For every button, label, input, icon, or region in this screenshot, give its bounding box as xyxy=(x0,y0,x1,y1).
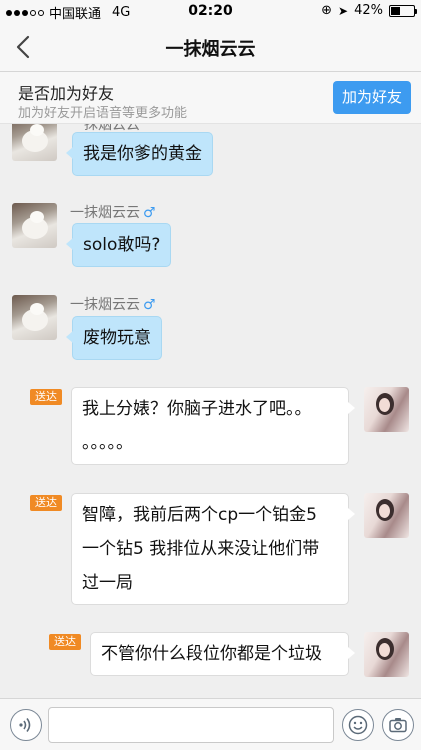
status-right: ⊕ ➤ 42% xyxy=(321,3,417,18)
rotation-lock-icon: ⊕ xyxy=(321,3,333,18)
message-line: 过一局 xyxy=(82,573,133,593)
message-bubble[interactable]: 不管你什么段位你都是个垃圾 xyxy=(90,632,355,676)
user-avatar[interactable] xyxy=(364,493,409,538)
page-title: 一抹烟云云 xyxy=(165,39,256,60)
emoji-icon xyxy=(348,715,368,735)
user-avatar[interactable] xyxy=(364,632,409,677)
male-icon: ♂ xyxy=(143,205,156,221)
nav-bar: 一抹烟云云 xyxy=(0,22,421,72)
status-bar: 中国联通 4G 02:20 ⊕ ➤ 42% xyxy=(0,0,421,22)
message-bubble[interactable]: 我上分婊？你脑子进水了吧。。 。。。。。 xyxy=(71,387,355,465)
message-bubble[interactable]: 我是你爹的黄金 xyxy=(66,132,213,176)
chat-area[interactable]: 一抹烟云云 我是你爹的黄金 一抹烟云云 ♂ solo敢吗? 一抹烟云云 ♂ 废物玩意… xyxy=(0,124,421,698)
status-badge: 送达 xyxy=(30,495,62,511)
add-friend-banner: 是否加为好友 加为好友开启语音等更多功能 加为好友 xyxy=(0,72,421,124)
message-bubble[interactable]: 废物玩意 xyxy=(66,316,162,360)
voice-button[interactable] xyxy=(10,709,42,741)
input-bar xyxy=(0,698,421,750)
status-badge: 送达 xyxy=(49,634,81,650)
add-friend-question: 是否加为好友 xyxy=(18,84,115,103)
emoji-button[interactable] xyxy=(342,709,374,741)
message-bubble[interactable]: 智障，我前后两个cp一个铂金5 一个钻5 我排位从来没让他们带 过一局 xyxy=(71,493,355,605)
battery-icon xyxy=(389,4,417,17)
battery-percent: 42% xyxy=(354,3,383,18)
sender-name-text: 一抹烟云云 xyxy=(70,205,140,221)
message-line: 不管你什么段位你都是个垃圾 xyxy=(101,644,322,664)
message-line: 我上分婊？你脑子进水了吧。。 xyxy=(82,399,312,419)
add-friend-hint: 加为好友开启语音等更多功能 xyxy=(18,106,188,121)
camera-icon xyxy=(389,718,407,733)
contact-avatar[interactable] xyxy=(12,295,57,340)
user-avatar[interactable] xyxy=(364,387,409,432)
voice-icon xyxy=(19,718,31,732)
male-icon: ♂ xyxy=(143,297,156,313)
sender-name: 一抹烟云云 ♂ xyxy=(70,202,156,222)
message-line: 一个钻5 我排位从来没让他们带 xyxy=(82,539,320,559)
contact-avatar[interactable] xyxy=(12,203,57,248)
message-line: 智障，我前后两个cp一个铂金5 xyxy=(82,505,317,525)
contact-avatar[interactable] xyxy=(12,124,57,161)
camera-button[interactable] xyxy=(382,709,414,741)
sender-name: 一抹烟云云 ♂ xyxy=(70,294,156,314)
battery-fill xyxy=(391,6,401,15)
sender-name-text: 一抹烟云云 xyxy=(70,297,140,313)
add-friend-button[interactable]: 加为好友 xyxy=(333,81,411,114)
message-line: 。。。。。 xyxy=(82,433,133,453)
location-icon: ➤ xyxy=(338,3,349,18)
status-badge: 送达 xyxy=(30,389,62,405)
message-input[interactable] xyxy=(48,707,334,743)
message-bubble[interactable]: solo敢吗? xyxy=(65,223,172,267)
